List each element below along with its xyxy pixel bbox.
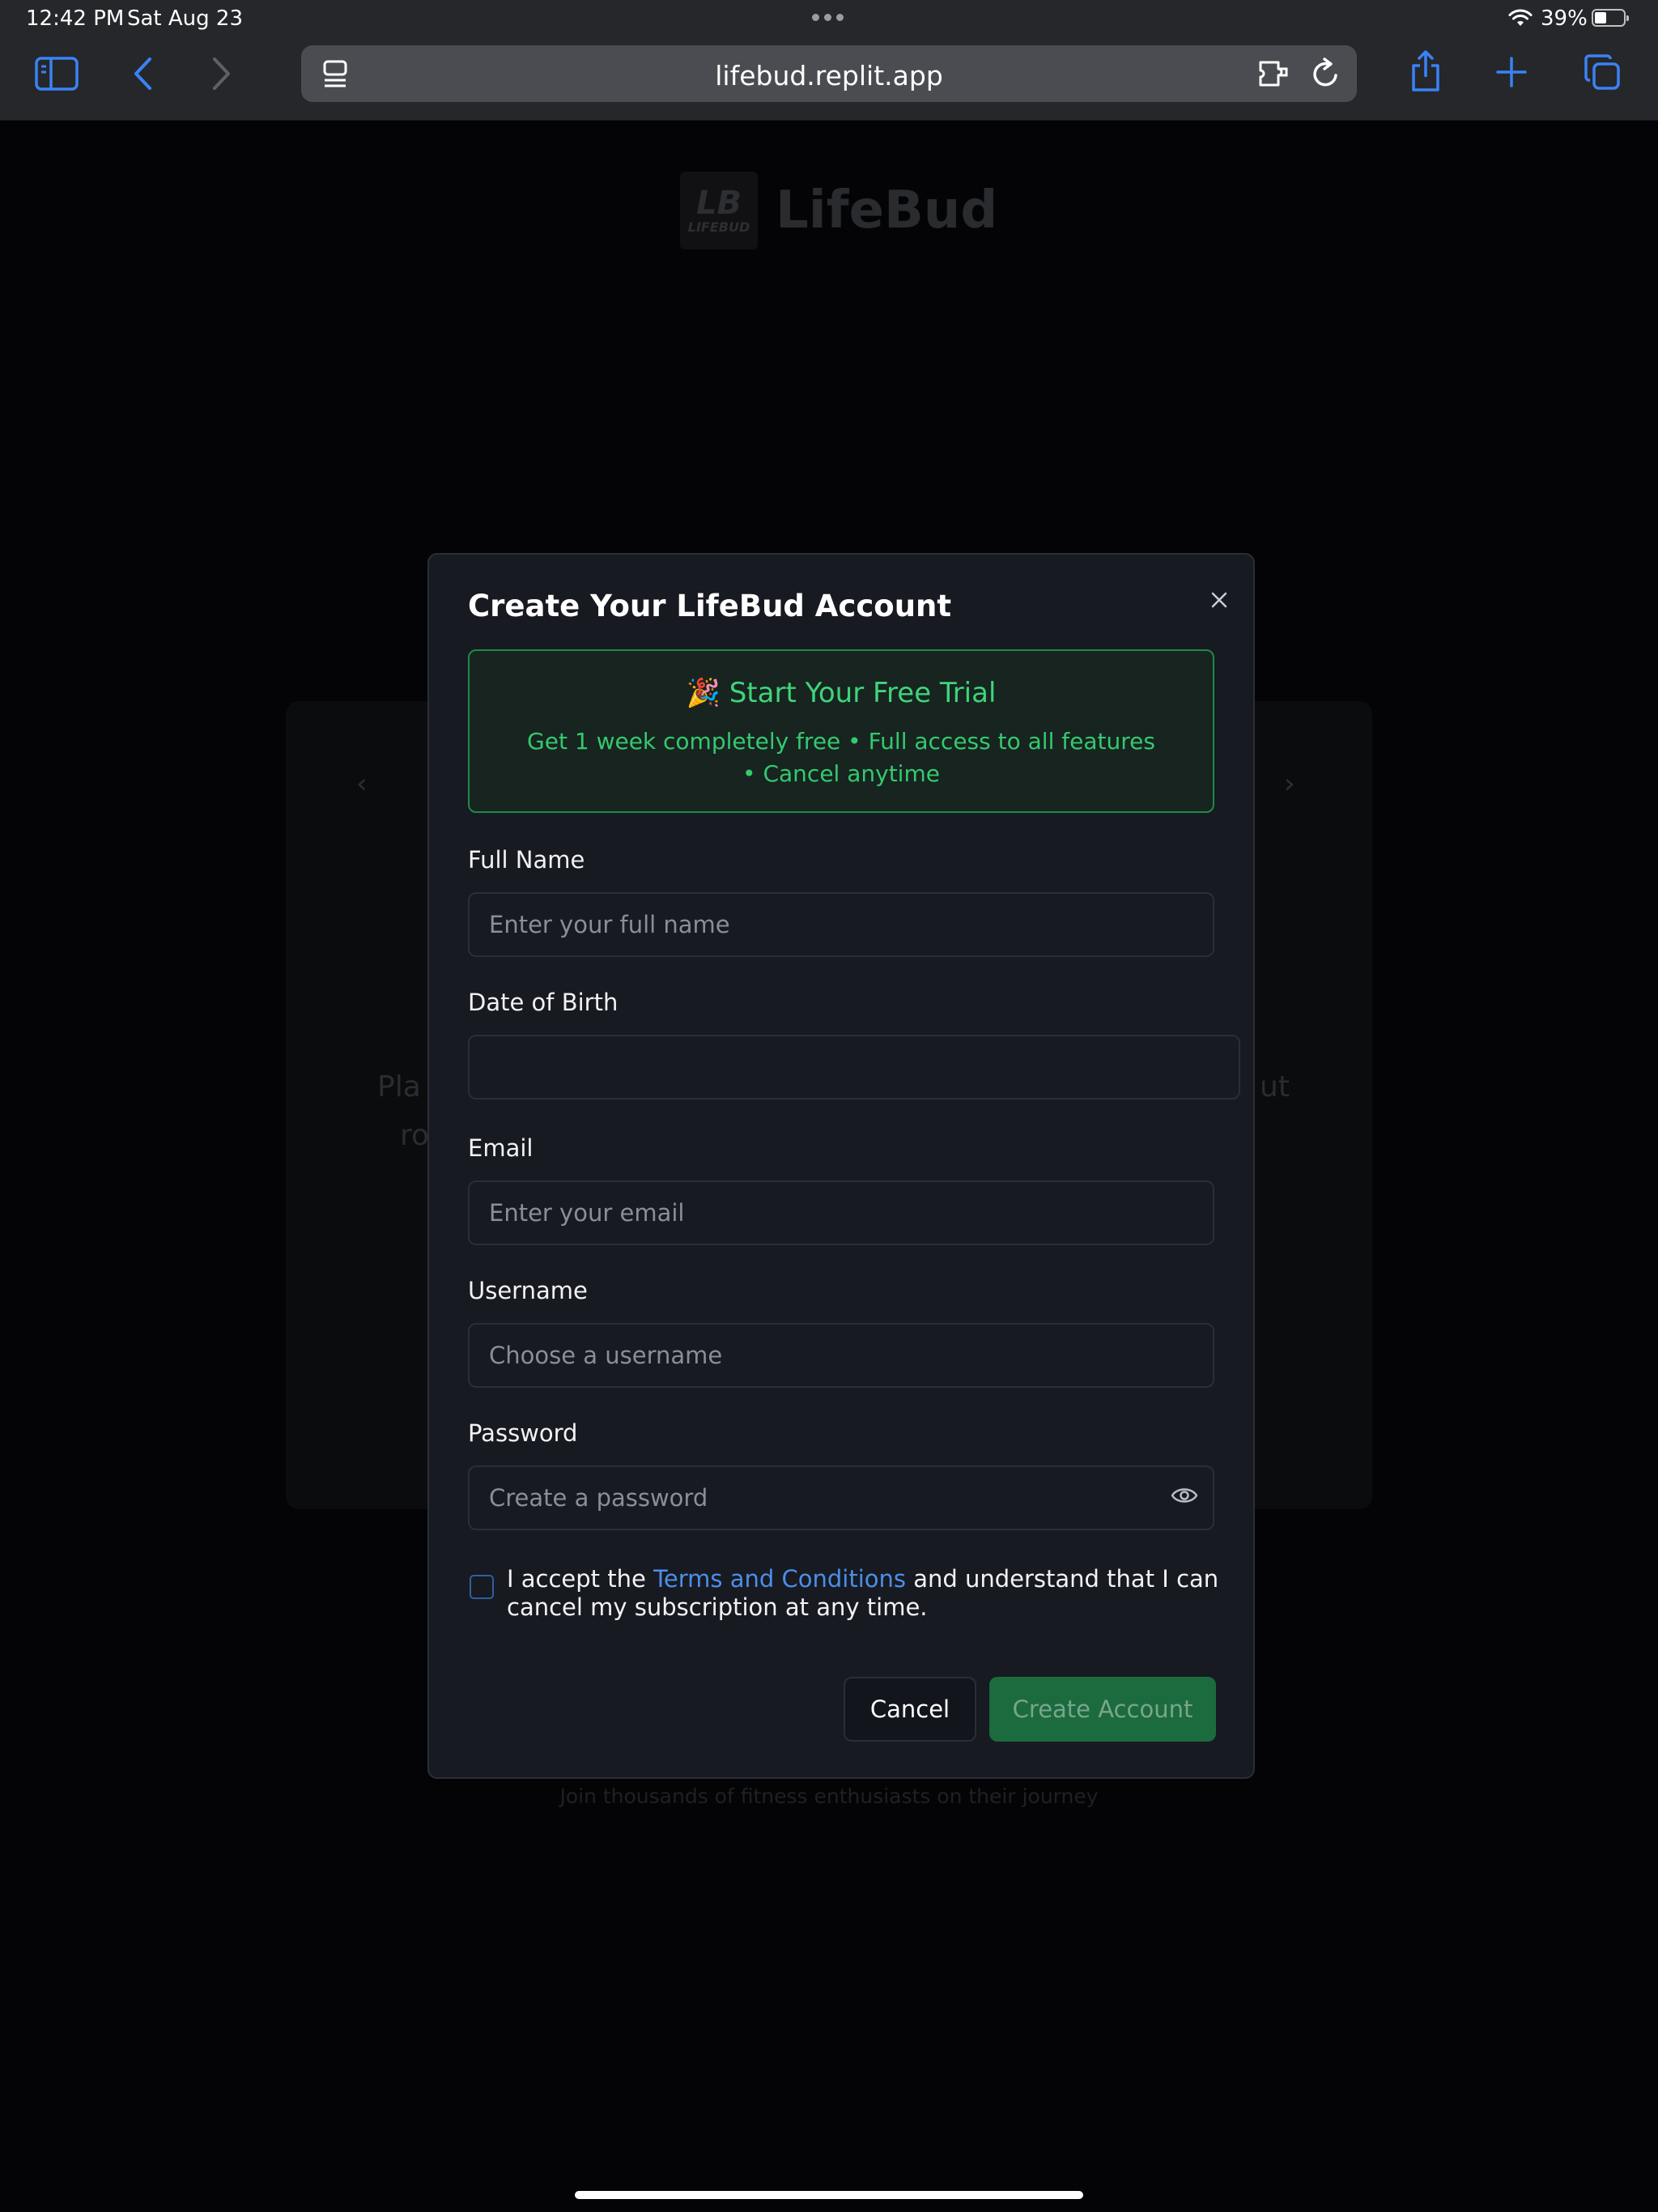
signup-modal: Create Your LifeBud Account 🎉 Start Your… — [427, 553, 1255, 1779]
background-text-fragment: ut — [1260, 1070, 1290, 1104]
carousel-prev-icon: ‹ — [356, 768, 368, 800]
terms-prefix: I accept the — [507, 1565, 654, 1593]
status-date: Sat Aug 23 — [127, 6, 244, 31]
full-name-label: Full Name — [468, 846, 585, 874]
sidebar-icon[interactable] — [32, 55, 81, 92]
trial-title: 🎉 Start Your Free Trial — [686, 677, 997, 709]
close-icon[interactable] — [1203, 584, 1235, 616]
status-time: 12:42 PM — [26, 6, 125, 31]
trial-description: Get 1 week completely free • Full access… — [527, 728, 1155, 787]
back-icon[interactable] — [130, 55, 155, 92]
more-dots-icon[interactable] — [812, 14, 844, 21]
status-bar: 12:42 PM Sat Aug 23 39% — [0, 0, 1658, 39]
modal-title: Create Your LifeBud Account — [468, 589, 952, 623]
reload-icon[interactable] — [1310, 57, 1342, 89]
home-indicator — [575, 2191, 1083, 2199]
full-name-input[interactable] — [468, 892, 1214, 957]
username-input[interactable] — [468, 1323, 1214, 1388]
logo-mark-text: LB — [696, 184, 742, 222]
username-label: Username — [468, 1277, 588, 1304]
tabs-icon[interactable] — [1584, 53, 1621, 91]
background-logo: LB LIFEBUD LifeBud — [680, 172, 997, 249]
date-of-birth-label: Date of Birth — [468, 989, 619, 1016]
new-tab-icon[interactable] — [1494, 55, 1528, 89]
create-account-button[interactable]: Create Account — [989, 1677, 1216, 1742]
share-icon[interactable] — [1409, 49, 1443, 94]
browser-toolbar: lifebud.replit.app — [0, 39, 1658, 121]
terms-checkbox[interactable] — [470, 1575, 494, 1599]
cancel-button[interactable]: Cancel — [844, 1677, 976, 1742]
date-of-birth-input[interactable] — [468, 1035, 1240, 1100]
background-footer-text: Join thousands of fitness enthusiasts on… — [559, 1784, 1099, 1808]
password-input[interactable] — [468, 1465, 1214, 1530]
terms-link[interactable]: Terms and Conditions — [653, 1565, 906, 1593]
carousel-next-icon: › — [1284, 768, 1295, 800]
background-text-fragment: ro — [400, 1119, 430, 1152]
forward-icon[interactable] — [209, 55, 235, 92]
email-input[interactable] — [468, 1180, 1214, 1245]
eye-icon[interactable] — [1171, 1486, 1198, 1505]
background-text-fragment: Pla — [377, 1070, 421, 1104]
wifi-icon — [1508, 9, 1533, 26]
free-trial-banner: 🎉 Start Your Free Trial Get 1 week compl… — [468, 649, 1214, 813]
logo-mark: LB LIFEBUD — [680, 172, 758, 249]
address-bar[interactable]: lifebud.replit.app — [301, 45, 1357, 102]
url-text: lifebud.replit.app — [715, 60, 943, 91]
password-label: Password — [468, 1419, 578, 1447]
battery-percent: 39% — [1541, 6, 1588, 31]
logo-mark-subtext: LIFEBUD — [687, 219, 750, 235]
terms-text: I accept the Terms and Conditions and un… — [507, 1565, 1219, 1622]
email-label: Email — [468, 1134, 534, 1162]
extension-icon[interactable] — [1256, 57, 1290, 89]
brand-name: LifeBud — [776, 181, 998, 240]
battery-icon — [1592, 9, 1629, 27]
